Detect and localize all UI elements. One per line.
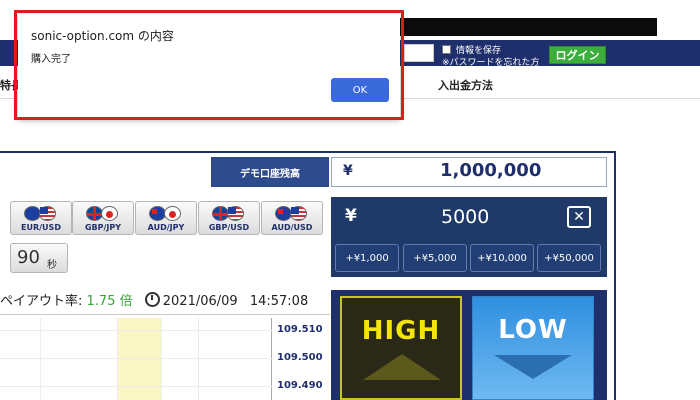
nav-item-deposit[interactable]: 入出金方法	[438, 77, 493, 93]
balance-amount: 1,000,000	[440, 160, 542, 181]
payout-time: 14:57:08	[249, 294, 309, 309]
au-jp-flags-icon	[149, 206, 183, 221]
expiry-unit: 秒	[47, 260, 57, 271]
divider	[0, 314, 330, 315]
dialog-message: 購入完了	[31, 54, 71, 65]
y-tick-label: 109.510	[277, 324, 323, 335]
chart-hgrid	[0, 358, 272, 359]
add-10000-button[interactable]: +¥10,000	[470, 244, 534, 272]
login-button[interactable]: ログイン	[549, 46, 606, 64]
remember-checkbox[interactable]	[442, 45, 451, 54]
dialog-title: sonic-option.com の内容	[31, 29, 174, 43]
gb-us-flags-icon	[212, 206, 246, 221]
payout-rate: 1.75 倍	[86, 294, 133, 309]
eu-us-flags-icon	[24, 206, 58, 221]
add-1000-button[interactable]: +¥1,000	[335, 244, 399, 272]
pair-label: GBP/JPY	[84, 223, 122, 232]
header-redacted-bar	[395, 18, 657, 36]
pair-label: GBP/USD	[208, 223, 250, 232]
price-chart	[0, 318, 272, 400]
pair-audjpy-button[interactable]: AUD/JPY	[135, 201, 197, 235]
low-label: LOW	[498, 315, 568, 345]
high-button[interactable]: HIGH	[340, 296, 462, 400]
expiry-90s-button[interactable]: 90 秒	[10, 243, 68, 273]
up-arrow-icon	[363, 354, 441, 380]
chart-hgrid	[0, 330, 272, 331]
trade-amount[interactable]: 5000	[441, 206, 489, 228]
down-arrow-icon	[494, 355, 572, 379]
payout-info: ペイアウト率: 1.75 倍 2021/06/09 14:57:08	[0, 290, 308, 309]
payout-label: ペイアウト率:	[0, 294, 83, 309]
au-us-flags-icon	[275, 206, 309, 221]
ok-button[interactable]: OK	[331, 78, 389, 102]
payout-date: 2021/06/09	[162, 294, 238, 309]
pair-label: AUD/JPY	[147, 223, 185, 232]
chart-hgrid	[0, 386, 272, 387]
balance-currency: ¥	[343, 163, 353, 179]
gb-jp-flags-icon	[86, 206, 120, 221]
pair-gbpusd-button[interactable]: GBP/USD	[198, 201, 260, 235]
low-button[interactable]: LOW	[472, 296, 594, 400]
pair-label: AUD/USD	[271, 223, 313, 232]
pair-audusd-button[interactable]: AUD/USD	[261, 201, 323, 235]
add-5000-button[interactable]: +¥5,000	[403, 244, 467, 272]
password-field[interactable]	[404, 44, 434, 62]
pair-label: EUR/USD	[21, 223, 61, 232]
y-tick-label: 109.490	[277, 380, 323, 391]
expiry-value: 90	[17, 247, 40, 268]
y-tick-label: 109.500	[277, 352, 323, 363]
pair-gbpjpy-button[interactable]: GBP/JPY	[72, 201, 134, 235]
clear-amount-button[interactable]: ✕	[567, 206, 591, 228]
clock-icon	[144, 292, 160, 307]
trade-currency: ¥	[345, 206, 357, 226]
add-50000-button[interactable]: +¥50,000	[537, 244, 601, 272]
pair-eurusd-button[interactable]: EUR/USD	[10, 201, 72, 235]
high-label: HIGH	[361, 316, 441, 346]
demo-balance-label: デモ口座残高	[211, 157, 329, 187]
